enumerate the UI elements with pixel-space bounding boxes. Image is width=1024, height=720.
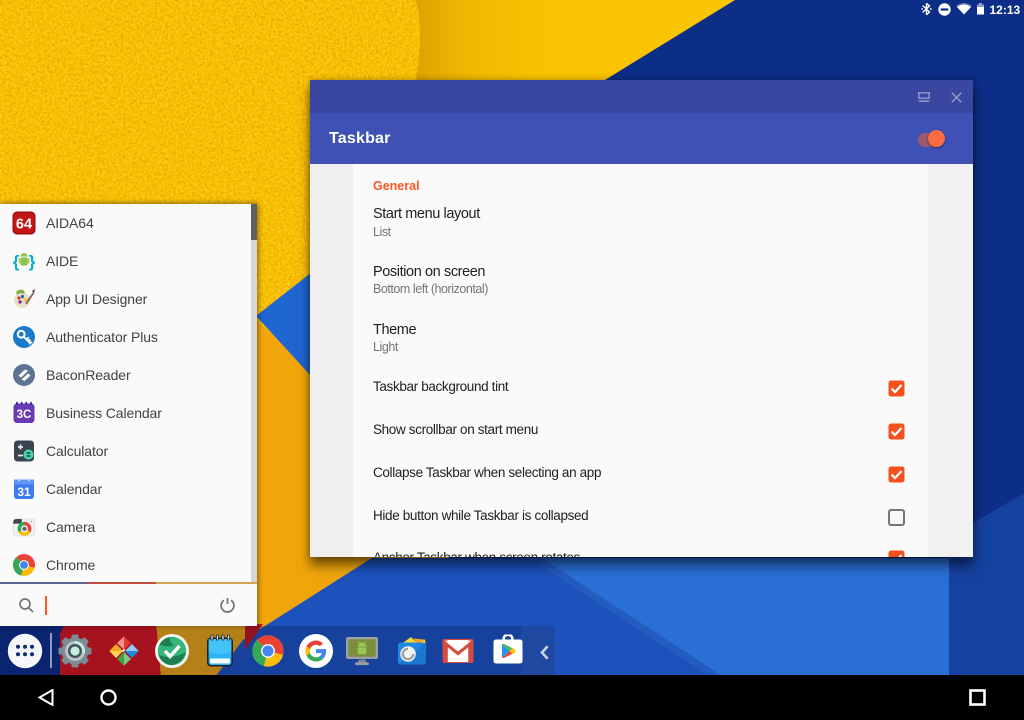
svg-text:{: { — [13, 252, 20, 271]
svg-text:}: } — [29, 252, 36, 271]
svg-text:64: 64 — [16, 217, 32, 233]
svg-text:3C: 3C — [17, 409, 32, 421]
svg-text:31: 31 — [17, 485, 31, 499]
